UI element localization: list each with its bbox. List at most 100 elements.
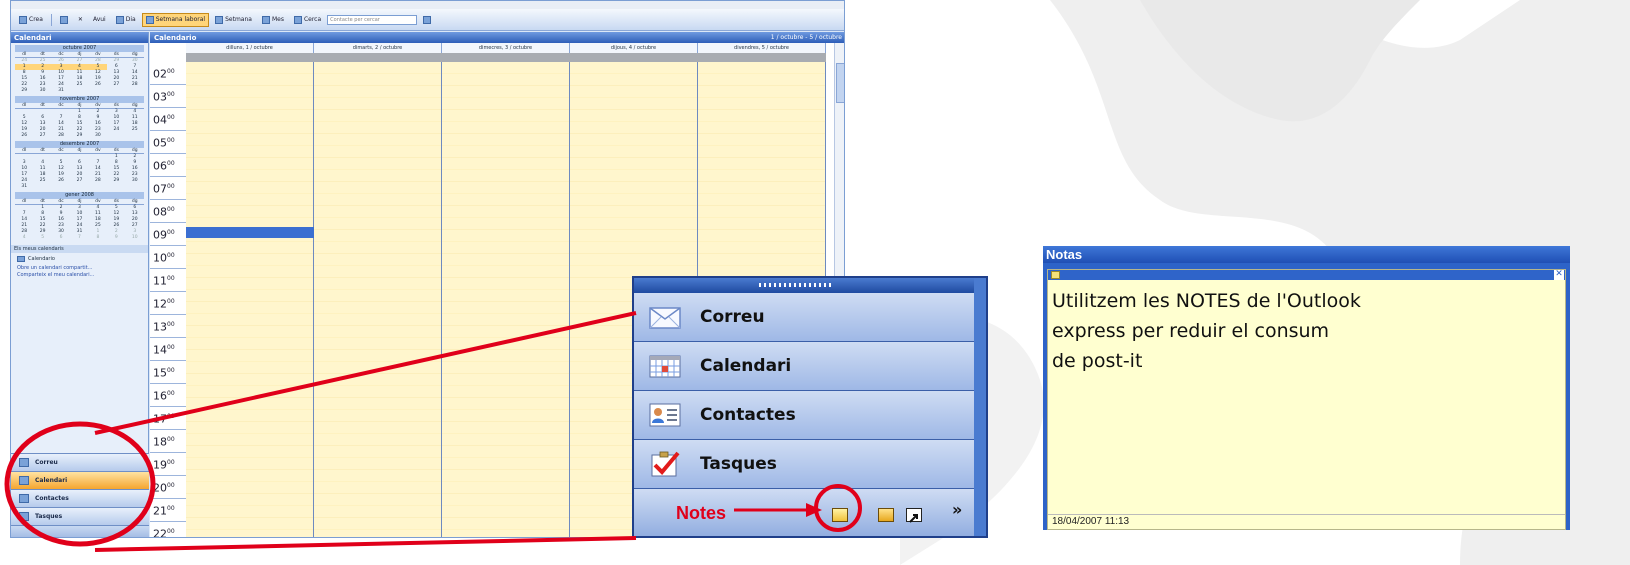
day-cell[interactable]: 7 bbox=[70, 235, 88, 241]
toolbar: Crea ✕ Avui Dia Setmana laboral Setmana … bbox=[11, 9, 844, 31]
notes-icon[interactable] bbox=[832, 508, 848, 522]
contact-search-input[interactable]: Contacte per cercar bbox=[327, 14, 418, 25]
tasks-icon bbox=[19, 512, 29, 521]
contacts-icon bbox=[649, 403, 681, 427]
hour-label: 0200 bbox=[150, 62, 186, 85]
nav-button-mail[interactable]: Correu bbox=[11, 453, 149, 471]
help-button[interactable] bbox=[419, 13, 435, 27]
hour-label: 1500 bbox=[150, 361, 186, 384]
delete-icon: ✕ bbox=[77, 16, 83, 23]
week-row: 26 27 28 29 30 bbox=[15, 133, 144, 139]
hour-label: 1900 bbox=[150, 453, 186, 476]
mini-month-title[interactable]: gener 2008 bbox=[15, 192, 144, 199]
note-body[interactable]: ✕ Utilitzem les NOTES de l'Outlook expre… bbox=[1047, 269, 1566, 530]
divider bbox=[1048, 514, 1565, 515]
chevron-more-icon[interactable]: » bbox=[952, 502, 962, 518]
notes-callout-label: Notes bbox=[676, 503, 727, 523]
scroll-thumb[interactable] bbox=[836, 63, 844, 103]
nav-button-tasks[interactable]: Tasques bbox=[11, 507, 149, 525]
day-cell[interactable]: 4 bbox=[15, 235, 33, 241]
day-cell[interactable]: 27 bbox=[33, 133, 51, 139]
zoom-item-tasks[interactable]: Tasques bbox=[634, 440, 974, 489]
search-icon bbox=[293, 15, 302, 24]
day-column[interactable] bbox=[186, 62, 314, 537]
mini-month-title[interactable]: octubre 2007 bbox=[15, 45, 144, 52]
day-header[interactable]: dimarts, 2 / octubre bbox=[314, 43, 442, 53]
nav-button-contacts[interactable]: Contactes bbox=[11, 489, 149, 507]
day-header[interactable]: dilluns, 1 / octubre bbox=[186, 43, 314, 53]
day-cell[interactable]: 31 bbox=[52, 88, 70, 94]
hour-label: 0600 bbox=[150, 154, 186, 177]
mini-month: gener 2008 dl dt dc dj dv ds dg 1 2 3 4 5 6 7 8 9 10 11 12 1… bbox=[15, 192, 144, 241]
day-cell[interactable]: 10 bbox=[126, 235, 144, 241]
zoom-item-label: Correu bbox=[700, 307, 765, 327]
date-range: 1 / octubre - 5 / octubre bbox=[770, 34, 842, 41]
month-view-button[interactable]: Mes bbox=[258, 13, 288, 27]
hour-label: 0900 bbox=[150, 223, 186, 246]
hour-label: 1200 bbox=[150, 292, 186, 315]
arrow-right-icon bbox=[734, 503, 822, 517]
time-ruler: 0200 0300 0400 0500 0600 0700 0800 0900 1000 1100… bbox=[150, 62, 186, 537]
share-calendar-link[interactable]: Comparteix el meu calendari... bbox=[17, 272, 142, 278]
day-cell bbox=[70, 88, 88, 94]
day-cell bbox=[126, 184, 144, 190]
day-cell bbox=[107, 184, 125, 190]
day-view-button[interactable]: Dia bbox=[112, 13, 140, 27]
folder-icon[interactable] bbox=[878, 508, 894, 522]
day-header[interactable]: divendres, 5 / octubre bbox=[698, 43, 826, 53]
day-cell[interactable]: 5 bbox=[33, 235, 51, 241]
selected-time-slot[interactable] bbox=[186, 227, 314, 238]
hour-label: 1300 bbox=[150, 315, 186, 338]
today-button[interactable]: Avui bbox=[89, 13, 110, 27]
nav-button-calendar[interactable]: Calendari bbox=[11, 471, 149, 489]
day-cell[interactable]: 29 bbox=[15, 88, 33, 94]
all-day-row[interactable] bbox=[186, 53, 826, 62]
note-titlebar[interactable]: ✕ bbox=[1048, 270, 1565, 280]
day-cell[interactable]: 26 bbox=[15, 133, 33, 139]
work-week-view-button[interactable]: Setmana laboral bbox=[141, 12, 210, 27]
day-cell[interactable]: 30 bbox=[33, 88, 51, 94]
zoom-item-mail[interactable]: Correu bbox=[634, 293, 974, 342]
new-button[interactable]: Crea bbox=[15, 13, 47, 27]
day-cell[interactable]: 29 bbox=[70, 133, 88, 139]
note-text[interactable]: Utilitzem les NOTES de l'Outlook express… bbox=[1048, 280, 1565, 382]
zoom-item-calendar[interactable]: Calendari bbox=[634, 342, 974, 391]
note-window-title: Notas bbox=[1043, 246, 1570, 263]
hour-label: 0400 bbox=[150, 108, 186, 131]
panel-resize-grip[interactable] bbox=[634, 278, 986, 293]
open-shared-calendar-link[interactable]: Obre un calendari compartit... bbox=[17, 265, 142, 271]
print-icon bbox=[59, 15, 68, 24]
mini-month-title[interactable]: novembre 2007 bbox=[15, 96, 144, 103]
tasks-icon bbox=[651, 451, 680, 477]
shortcut-icon[interactable] bbox=[906, 508, 922, 523]
day-cell bbox=[107, 133, 125, 139]
day-cell[interactable]: 31 bbox=[15, 184, 33, 190]
day-cell[interactable]: 30 bbox=[89, 133, 107, 139]
mail-icon bbox=[19, 458, 29, 467]
day-column[interactable] bbox=[314, 62, 442, 537]
day-header[interactable]: dijous, 4 / octubre bbox=[570, 43, 698, 53]
day-cell bbox=[70, 184, 88, 190]
day-cell[interactable]: 6 bbox=[52, 235, 70, 241]
day-cell[interactable]: 9 bbox=[107, 235, 125, 241]
navigation-pane: Calendari octubre 2007 dl dt dc dj dv ds dg 24 25… bbox=[11, 32, 149, 537]
print-button[interactable] bbox=[56, 13, 72, 27]
my-calendars-header[interactable]: Els meus calendaris bbox=[11, 245, 148, 253]
calendar-icon bbox=[649, 355, 681, 378]
mini-month-title[interactable]: desembre 2007 bbox=[15, 141, 144, 148]
search-button[interactable]: Cerca bbox=[290, 13, 325, 27]
zoom-item-contacts[interactable]: Contactes bbox=[634, 391, 974, 440]
calendar-list-item[interactable]: Calendario bbox=[17, 256, 142, 262]
day-column[interactable] bbox=[442, 62, 570, 537]
day-header[interactable]: dimecres, 3 / octubre bbox=[442, 43, 570, 53]
delete-button[interactable]: ✕ bbox=[74, 13, 87, 27]
close-icon[interactable]: ✕ bbox=[1554, 270, 1564, 280]
day-cell[interactable]: 8 bbox=[89, 235, 107, 241]
week-row: 4 5 6 7 8 9 10 bbox=[15, 235, 144, 241]
mini-month: desembre 2007 dl dt dc dj dv ds dg 1 2 3 4 5 6 7 8 9 10 11… bbox=[15, 141, 144, 190]
note-icon[interactable] bbox=[1051, 271, 1060, 279]
week-view-button[interactable]: Setmana bbox=[211, 13, 256, 27]
nav-shortcut-bar[interactable] bbox=[11, 525, 149, 537]
day-cell[interactable]: 28 bbox=[52, 133, 70, 139]
day-cell bbox=[89, 184, 107, 190]
